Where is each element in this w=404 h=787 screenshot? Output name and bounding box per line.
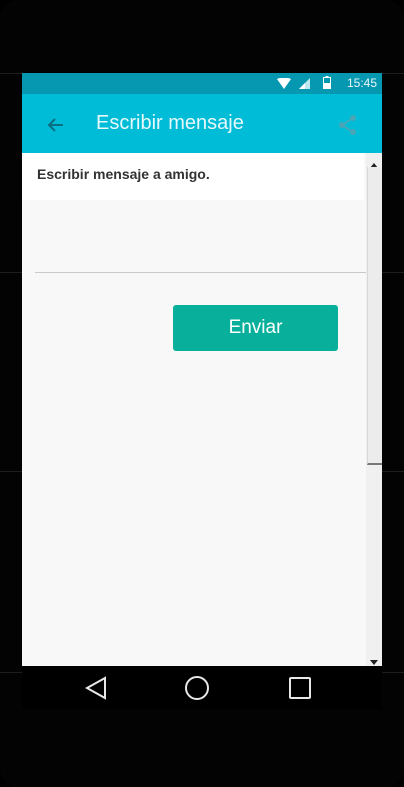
wifi-icon (277, 77, 291, 95)
page-title: Escribir mensaje (96, 112, 244, 134)
content-area: Escribir mensaje a amigo. Enviar (22, 153, 369, 666)
scroll-down-icon[interactable] (370, 653, 378, 666)
nav-home-icon[interactable] (183, 674, 211, 702)
frame-divider (382, 73, 404, 74)
message-input[interactable] (35, 208, 369, 273)
navigation-bar (22, 666, 382, 710)
status-time: 15:45 (346, 76, 377, 90)
signal-icon (299, 77, 311, 95)
header-label: Escribir mensaje a amigo. (37, 166, 210, 182)
arrow-back-icon[interactable] (44, 113, 68, 137)
nav-recents-icon[interactable] (286, 674, 314, 702)
phone-screen: 15:45 Escribir mensaje Escribir mensaje … (22, 73, 382, 666)
frame-divider (0, 272, 22, 273)
scrollbar-thumb[interactable] (367, 167, 382, 465)
frame-divider (0, 73, 22, 74)
frame-divider (382, 471, 404, 472)
frame-divider (0, 672, 22, 673)
battery-icon (323, 76, 331, 94)
status-bar: 15:45 (22, 73, 382, 94)
header-card: Escribir mensaje a amigo. (22, 153, 364, 200)
device-frame: 15:45 Escribir mensaje Escribir mensaje … (0, 0, 404, 787)
frame-divider (382, 672, 404, 673)
share-icon[interactable] (337, 114, 359, 136)
send-button[interactable]: Enviar (173, 305, 338, 351)
scrollbar[interactable] (366, 153, 382, 666)
nav-back-icon[interactable] (83, 674, 111, 702)
frame-divider (382, 272, 404, 273)
frame-divider (0, 471, 22, 472)
app-bar: Escribir mensaje (22, 94, 382, 153)
